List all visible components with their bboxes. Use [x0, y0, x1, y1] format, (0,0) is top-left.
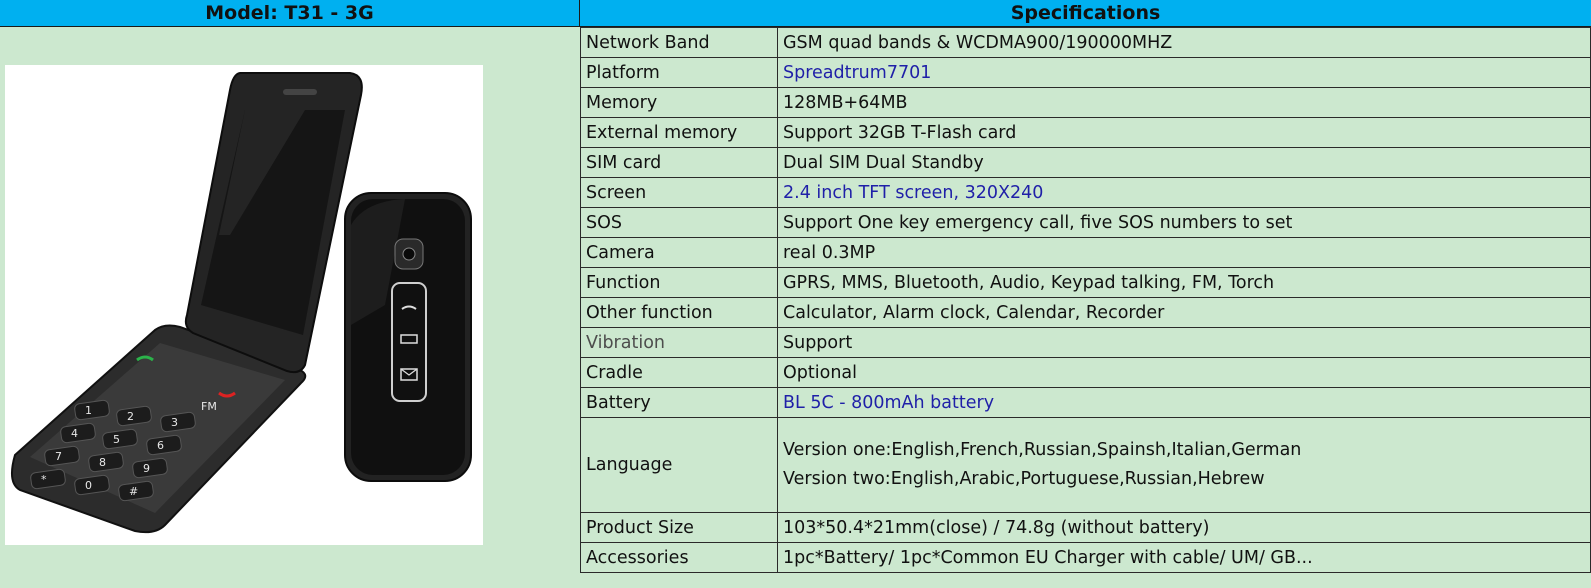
language-line-1: Version one:English,French,Russian,Spain…	[783, 440, 1302, 460]
spec-key: Accessories	[580, 542, 778, 573]
table-row: Memory 128MB+64MB	[580, 87, 1591, 118]
model-title: Model: T31 - 3G	[0, 0, 580, 27]
spec-value: Spreadtrum7701	[777, 57, 1591, 88]
product-photo: 1 2 3 4 5 6 7 8 9 * 0 # FM	[5, 65, 483, 545]
flip-phone-image: 1 2 3 4 5 6 7 8 9 * 0 # FM	[10, 72, 472, 534]
spec-key: Memory	[580, 87, 778, 118]
key-hash: #	[129, 485, 138, 498]
table-row: External memory Support 32GB T-Flash car…	[580, 117, 1591, 148]
spec-key: Battery	[580, 387, 778, 418]
spec-key: SOS	[580, 207, 778, 238]
table-row: Camera real 0.3MP	[580, 237, 1591, 268]
spec-value: Optional	[777, 357, 1591, 388]
key-9: 9	[143, 462, 150, 475]
key-3: 3	[171, 416, 178, 429]
spec-value: Support 32GB T-Flash card	[777, 117, 1591, 148]
spec-value: Calculator, Alarm clock, Calendar, Recor…	[777, 297, 1591, 328]
spec-value: 128MB+64MB	[777, 87, 1591, 118]
spec-value: real 0.3MP	[777, 237, 1591, 268]
table-row: Battery BL 5C - 800mAh battery	[580, 387, 1591, 418]
spec-key: SIM card	[580, 147, 778, 178]
spec-value: Support	[777, 327, 1591, 358]
spec-value: GSM quad bands & WCDMA900/190000MHZ	[777, 27, 1591, 58]
spec-value: Version one:English,French,Russian,Spain…	[777, 417, 1591, 513]
key-2: 2	[127, 410, 134, 423]
key-6: 6	[157, 439, 164, 452]
language-line-2: Version two:English,Arabic,Portuguese,Ru…	[783, 469, 1265, 489]
spec-value: Support One key emergency call, five SOS…	[777, 207, 1591, 238]
spec-key: Camera	[580, 237, 778, 268]
spec-key: External memory	[580, 117, 778, 148]
spec-value: 2.4 inch TFT screen, 320X240	[777, 177, 1591, 208]
key-1: 1	[85, 404, 92, 417]
table-row: Cradle Optional	[580, 357, 1591, 388]
spec-key: Language	[580, 417, 778, 513]
key-8: 8	[99, 456, 106, 469]
spec-key: Other function	[580, 297, 778, 328]
table-row: SIM card Dual SIM Dual Standby	[580, 147, 1591, 178]
spec-key: Product Size	[580, 512, 778, 543]
table-row: Vibration Support	[580, 327, 1591, 358]
key-5: 5	[113, 433, 120, 446]
spec-value: 1pc*Battery/ 1pc*Common EU Charger with …	[777, 542, 1591, 573]
spec-key: Platform	[580, 57, 778, 88]
spec-key: Cradle	[580, 357, 778, 388]
spec-key: Function	[580, 267, 778, 298]
spec-key: Screen	[580, 177, 778, 208]
spec-value: 103*50.4*21mm(close) / 74.8g (without ba…	[777, 512, 1591, 543]
key-4: 4	[71, 427, 78, 440]
table-row: Screen 2.4 inch TFT screen, 320X240	[580, 177, 1591, 208]
key-7: 7	[55, 450, 62, 463]
earpiece	[283, 89, 317, 95]
table-row: Product Size 103*50.4*21mm(close) / 74.8…	[580, 512, 1591, 543]
table-row: Language Version one:English,French,Russ…	[580, 417, 1591, 513]
spec-value: Dual SIM Dual Standby	[777, 147, 1591, 178]
key-fm: FM	[201, 400, 217, 413]
spec-key: Vibration	[580, 327, 778, 358]
table-row: Other function Calculator, Alarm clock, …	[580, 297, 1591, 328]
table-row: SOS Support One key emergency call, five…	[580, 207, 1591, 238]
spec-value: BL 5C - 800mAh battery	[777, 387, 1591, 418]
spec-value: GPRS, MMS, Bluetooth, Audio, Keypad talk…	[777, 267, 1591, 298]
spec-key: Network Band	[580, 27, 778, 58]
table-row: Platform Spreadtrum7701	[580, 57, 1591, 88]
table-row: Network Band GSM quad bands & WCDMA900/1…	[580, 27, 1591, 58]
table-row: Accessories 1pc*Battery/ 1pc*Common EU C…	[580, 542, 1591, 573]
specifications-table: Network Band GSM quad bands & WCDMA900/1…	[580, 27, 1591, 573]
specifications-title: Specifications	[580, 0, 1591, 27]
key-star: *	[41, 473, 47, 486]
table-row: Function GPRS, MMS, Bluetooth, Audio, Ke…	[580, 267, 1591, 298]
key-0: 0	[85, 479, 92, 492]
